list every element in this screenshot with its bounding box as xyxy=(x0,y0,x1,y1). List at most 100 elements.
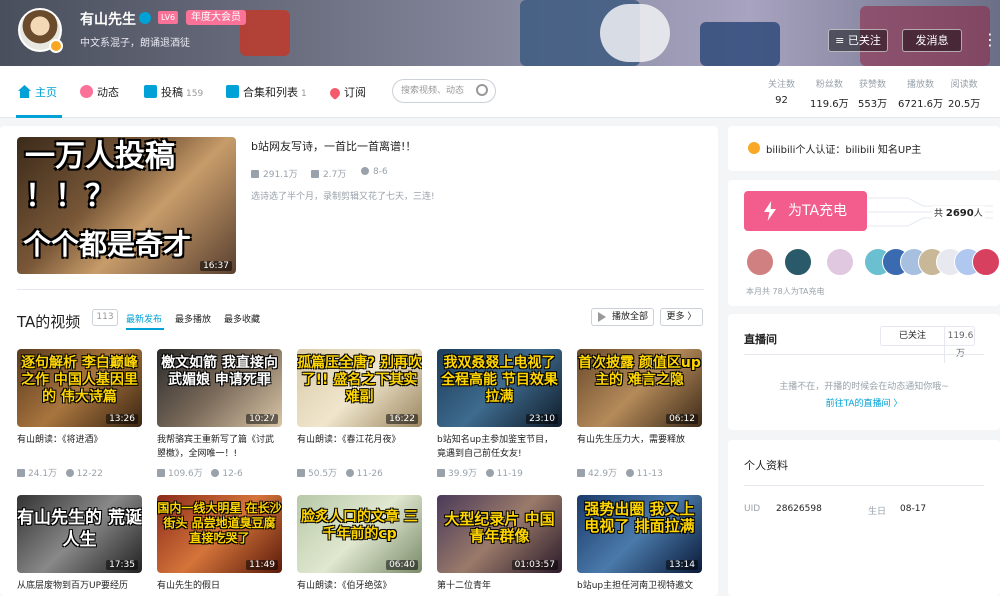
video-card[interactable]: 首次披露 颜值区up主的 难言之隐 06:12 有山先生压力大，需要释放 42.9… xyxy=(577,349,702,479)
clock-icon xyxy=(485,469,494,477)
avatar[interactable] xyxy=(972,248,1000,276)
video-title[interactable]: 有山朗读：《伯牙绝弦》 xyxy=(297,579,422,593)
video-thumbnail[interactable]: 首次披露 颜值区up主的 难言之隐 06:12 xyxy=(577,349,702,427)
follow-button[interactable]: ≡ 已关注 xyxy=(828,29,888,52)
video-title[interactable]: 有山朗读：《春江花月夜》 xyxy=(297,433,422,461)
tab-upload-count: 159 xyxy=(186,89,204,99)
clock-icon xyxy=(211,469,220,477)
send-message-button[interactable]: 发消息 xyxy=(902,29,962,52)
active-tab-indicator xyxy=(16,115,62,118)
video-card[interactable]: 孤篇压全唐? 别再吹了!! 盛名之下其实难副 16:22 有山朗读：《春江花月夜》… xyxy=(297,349,422,479)
tab-upload[interactable]: 投稿 159 xyxy=(144,84,203,100)
video-title[interactable]: 有山朗读：《将进酒》 xyxy=(17,433,142,461)
stat-following[interactable]: 关注数 92 xyxy=(768,77,795,106)
video-meta: 39.9万 11-19 xyxy=(437,466,562,479)
tab-home[interactable]: 主页 xyxy=(18,84,57,100)
publish-date: 12-22 xyxy=(76,469,103,479)
video-card[interactable]: 逐句解析 李白巅峰之作 中国人基因里的 伟大诗篇 13:26 有山朗读：《将进酒》… xyxy=(17,349,142,479)
video-thumbnail[interactable]: 我双叒叕上电视了 全程高能 节目效果拉满 23:10 xyxy=(437,349,562,427)
video-card[interactable]: 大型纪录片 中国青年群像 01:03:57 第十二位青年 xyxy=(437,495,562,593)
thumbnail-caption: 一万人投稿 xyxy=(25,139,175,174)
more-options-icon[interactable]: ⋮ xyxy=(982,28,998,52)
tab-dynamic[interactable]: 动态 xyxy=(80,84,119,100)
video-card[interactable]: 我双叒叕上电视了 全程高能 节目效果拉满 23:10 b站知名up主参加鉴宝节目，… xyxy=(437,349,562,479)
video-card[interactable]: 脸炙人口的文章 三千年前的cp 06:40 有山朗读：《伯牙绝弦》 xyxy=(297,495,422,593)
gender-male-icon xyxy=(139,12,151,24)
play-count-icon xyxy=(251,170,259,178)
divider xyxy=(17,289,704,290)
featured-danmaku: 2.7万 xyxy=(311,167,346,180)
play-count: 39.9万 xyxy=(448,469,478,479)
video-thumbnail[interactable]: 脸炙人口的文章 三千年前的cp 06:40 xyxy=(297,495,422,573)
play-count-icon xyxy=(157,469,165,477)
stat-fans[interactable]: 粉丝数 119.6万 xyxy=(810,77,849,110)
gift-box-decoration xyxy=(240,10,290,56)
play-count: 42.9万 xyxy=(588,469,618,479)
video-thumbnail[interactable]: 檄文如箭 我直接向武媚娘 申请死罪 10:27 xyxy=(157,349,282,427)
video-duration: 10:27 xyxy=(246,414,278,424)
charge-total-value: 2690 xyxy=(945,208,974,219)
video-title[interactable]: 有山先生压力大，需要释放 xyxy=(577,433,702,461)
search-icon[interactable] xyxy=(476,84,488,96)
publish-date: 11-26 xyxy=(356,469,383,479)
play-all-label: 播放全部 xyxy=(612,312,649,322)
publish-date: 11-13 xyxy=(636,469,663,479)
live-follower-count: 119.6万 xyxy=(944,327,976,363)
video-card[interactable]: 有山先生的 荒诞人生 17:35 从底层废物到百万UP要经历 xyxy=(17,495,142,593)
clock-icon xyxy=(65,469,74,477)
video-card[interactable]: 国内一线大明星 在长沙街头 品尝地道臭豆腐 直接吃哭了 11:49 有山先生的假日 xyxy=(157,495,282,593)
video-thumbnail[interactable]: 逐句解析 李白巅峰之作 中国人基因里的 伟大诗篇 13:26 xyxy=(17,349,142,427)
featured-video-thumbnail[interactable]: 一万人投稿 ！！？ 个个都是奇才 16:37 xyxy=(17,137,236,274)
video-thumbnail[interactable]: 有山先生的 荒诞人生 17:35 xyxy=(17,495,142,573)
play-all-button[interactable]: 播放全部 xyxy=(591,308,654,326)
avatar[interactable] xyxy=(826,248,854,276)
video-thumbnail[interactable]: 强势出圈 我又上电视了 排面拉满 13:14 xyxy=(577,495,702,573)
live-room-panel: 直播间 已关注 119.6万 主播不在，开播的时候会在动态通知你哦~ 前往TA的直… xyxy=(728,314,1000,430)
charge-button[interactable]: 为TA充电 xyxy=(744,191,867,231)
active-tab-indicator xyxy=(126,328,164,330)
featured-video-title[interactable]: b站网友写诗，一首比一首离谱!！ xyxy=(251,138,416,154)
stat-label: 粉丝数 xyxy=(815,80,843,90)
avatar[interactable] xyxy=(18,8,63,53)
avatar[interactable] xyxy=(784,248,812,276)
tab-latest[interactable]: 最新发布 xyxy=(126,312,162,325)
vip-badge: 年度大会员 xyxy=(186,10,246,25)
tab-collection[interactable]: 合集和列表 1 xyxy=(226,84,307,100)
video-card[interactable]: 檄文如箭 我直接向武媚娘 申请死罪 10:27 我帮骆宾王重新写了篇《讨武曌檄》，… xyxy=(157,349,282,479)
live-follow-button[interactable]: 已关注 119.6万 xyxy=(880,326,975,363)
clock-icon xyxy=(345,469,354,477)
tab-subscribe[interactable]: 订阅 xyxy=(327,84,366,101)
certification-panel: bilibili个人认证：bilibili 知名UP主 xyxy=(728,126,1000,171)
featured-description: 选诗选了半个月，录制剪辑又花了七天，三连! xyxy=(251,192,435,202)
video-title[interactable]: 我帮骆宾王重新写了篇《讨武曌檄》，全网唯一！! xyxy=(157,433,282,461)
video-thumbnail[interactable]: 大型纪录片 中国青年群像 01:03:57 xyxy=(437,495,562,573)
thumbnail-caption: ！！？ xyxy=(25,179,115,214)
video-title[interactable]: 从底层废物到百万UP要经历 xyxy=(17,579,142,593)
verified-badge-icon xyxy=(49,39,63,53)
birthday-label: 生日 xyxy=(868,507,887,517)
video-title[interactable]: b站up主担任河南卫视特邀文 xyxy=(577,579,702,593)
stat-likes: 获赞数 553万 xyxy=(858,77,887,110)
video-thumbnail[interactable]: 国内一线大明星 在长沙街头 品尝地道臭豆腐 直接吃哭了 11:49 xyxy=(157,495,282,573)
tab-most-played[interactable]: 最多播放 xyxy=(175,312,211,325)
tab-most-favorited[interactable]: 最多收藏 xyxy=(224,312,260,325)
video-title[interactable]: 第十二位青年 xyxy=(437,579,562,593)
video-duration: 01:03:57 xyxy=(511,560,558,570)
stat-value: 6721.6万 xyxy=(898,99,943,110)
video-title[interactable]: 有山先生的假日 xyxy=(157,579,282,593)
charge-button-label: 为TA充电 xyxy=(788,203,848,219)
certification-icon xyxy=(748,142,760,154)
danmaku-count: 2.7万 xyxy=(323,170,347,180)
thumbnail-caption: 强势出圈 我又上电视了 排面拉满 xyxy=(584,500,695,535)
avatar[interactable] xyxy=(746,248,774,276)
video-thumbnail[interactable]: 孤篇压全唐? 别再吹了!! 盛名之下其实难副 16:22 xyxy=(297,349,422,427)
video-title[interactable]: b站知名up主参加鉴宝节目，竟遇到自己前任女友! xyxy=(437,433,562,461)
home-icon xyxy=(18,85,31,98)
thumbnail-caption: 檄文如箭 我直接向武媚娘 申请死罪 xyxy=(161,355,278,388)
go-to-live-room-link[interactable]: 前往TA的直播间 〉 xyxy=(728,396,1000,409)
charge-total-prefix: 共 xyxy=(934,209,944,219)
play-count: 291.1万 xyxy=(263,170,298,180)
more-videos-button[interactable]: 更多 〉 xyxy=(660,308,703,326)
thumbnail-caption: 国内一线大明星 在长沙街头 品尝地道臭豆腐 直接吃哭了 xyxy=(157,501,282,545)
video-card[interactable]: 强势出圈 我又上电视了 排面拉满 13:14 b站up主担任河南卫视特邀文 xyxy=(577,495,702,593)
